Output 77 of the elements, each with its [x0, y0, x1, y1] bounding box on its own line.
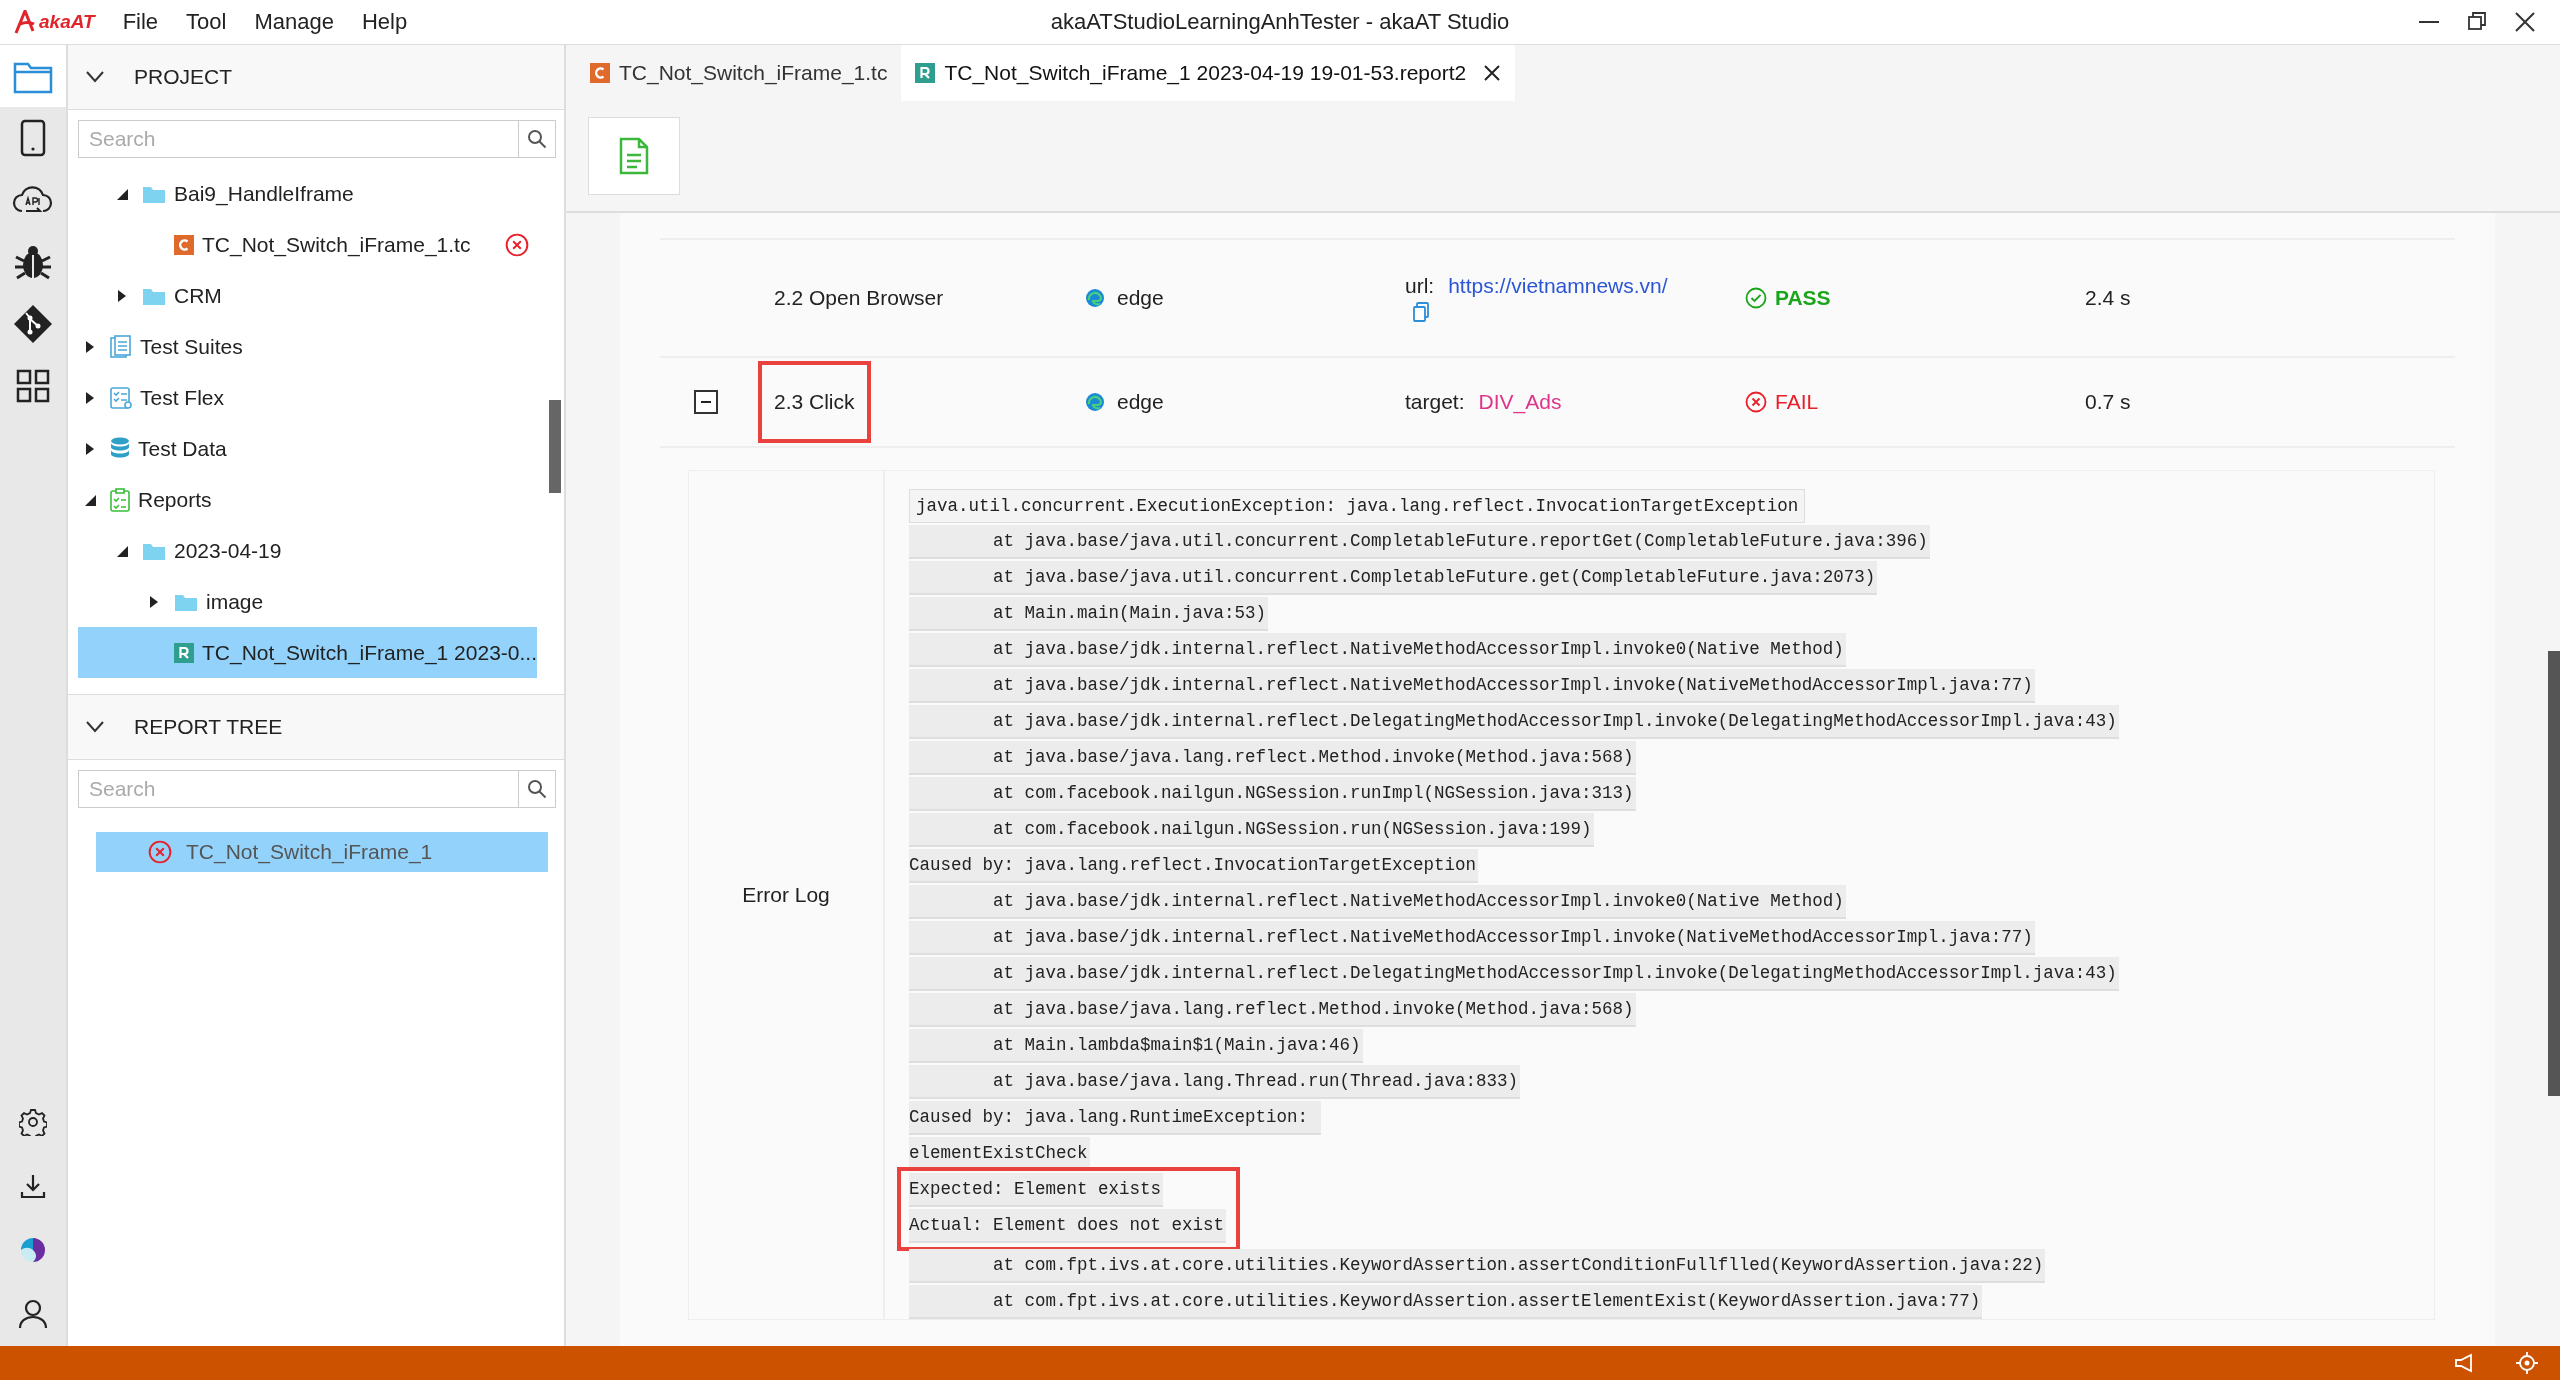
menu-item[interactable]: Manage: [240, 5, 348, 39]
clipboard-icon: [110, 487, 130, 512]
editor-tab[interactable]: TC_Not_Switch_iFrame_1 2023-04-19 19-01-53.report2: [901, 45, 1516, 101]
tree-item[interactable]: Test Flex: [78, 372, 537, 423]
expand-arrow-icon[interactable]: [85, 339, 95, 354]
user-icon[interactable]: [18, 1299, 48, 1329]
tree-item[interactable]: Bai9_HandleIframe: [78, 168, 537, 219]
log-label: Error Log: [742, 883, 830, 907]
bug-icon: [14, 243, 52, 281]
download-icon[interactable]: [20, 1173, 46, 1199]
checklist-icon: [110, 385, 132, 410]
panel-header[interactable]: PROJECT: [68, 45, 564, 110]
search-icon: [527, 129, 547, 149]
tree-item[interactable]: TC_Not_Switch_iFrame_1.tc: [78, 219, 537, 270]
search-button[interactable]: [518, 120, 556, 158]
browser-name: edge: [1117, 286, 1164, 310]
tree-item[interactable]: image: [78, 576, 537, 627]
collapse-arrow-icon[interactable]: [116, 544, 128, 557]
expand-arrow-icon[interactable]: [85, 390, 95, 405]
settings-icon[interactable]: [19, 1108, 47, 1136]
diamond-branch-icon: [13, 304, 53, 344]
url-link[interactable]: https://vietnamnews.vn/: [1448, 274, 1668, 298]
panel-header[interactable]: REPORT TREE: [68, 694, 564, 760]
tree-item[interactable]: Reports: [78, 474, 537, 525]
edge-icon: [1085, 392, 1105, 412]
target-icon: [2516, 1352, 2538, 1374]
file-c-icon: [174, 234, 194, 255]
phone-icon: [20, 119, 46, 157]
scrollbar-thumb[interactable]: [2548, 651, 2560, 1096]
swirl-icon[interactable]: [20, 1237, 46, 1263]
minimize-icon: [2418, 21, 2440, 23]
expand-arrow-icon[interactable]: [85, 441, 95, 456]
search-field[interactable]: Search: [78, 120, 518, 158]
param-label: url:: [1405, 274, 1435, 298]
collapse-arrow-icon[interactable]: [116, 187, 128, 200]
duration: 0.7 s: [2085, 390, 2132, 414]
menu-item[interactable]: Help: [347, 5, 422, 39]
tree-item[interactable]: Test Data: [78, 423, 537, 474]
duration: 2.4 s: [2085, 286, 2132, 310]
expand-arrow-icon[interactable]: [117, 288, 127, 303]
tree-item[interactable]: Test Suites: [78, 321, 537, 372]
expand-arrow-icon[interactable]: [149, 594, 159, 609]
logo-text: akaAT: [39, 11, 95, 33]
tree-item[interactable]: CRM: [78, 270, 537, 321]
file-r-icon: [915, 63, 936, 83]
menu-item[interactable]: File: [108, 5, 173, 39]
chevron-down-icon: [86, 71, 104, 83]
scrollbar-thumb[interactable]: [549, 400, 561, 493]
tree-item[interactable]: 2023-04-19: [78, 525, 537, 576]
document-icon: [619, 137, 649, 175]
step-name: 2.2 Open Browser: [773, 285, 945, 311]
param-label: target:: [1405, 390, 1465, 414]
edge-icon: [1085, 288, 1105, 308]
status-text: FAIL: [1775, 390, 1819, 414]
chevron-down-icon: [86, 721, 104, 733]
report-tree-item[interactable]: TC_Not_Switch_iFrame_1: [96, 832, 548, 872]
locator-value: DIV_Ads: [1478, 390, 1562, 414]
step-name: 2.3 Click: [758, 361, 871, 443]
grid-icon: [16, 369, 50, 403]
menu-item[interactable]: Tool: [172, 5, 241, 39]
window-title: akaATStudioLearningAnhTester - akaAT Studio: [1050, 9, 1510, 34]
copy-icon[interactable]: [1413, 302, 1429, 322]
tree-item[interactable]: TC_Not_Switch_iFrame_1 2023-0...: [78, 627, 537, 678]
check-circle-icon: [1745, 287, 1767, 309]
file-r-icon: [174, 642, 194, 663]
search-button[interactable]: [518, 770, 556, 808]
collapse-arrow-icon[interactable]: [84, 493, 96, 506]
report-button[interactable]: [588, 117, 680, 195]
search-icon: [527, 779, 547, 799]
logo-icon: [14, 10, 36, 34]
browser-name: edge: [1117, 390, 1164, 414]
search-field[interactable]: Search: [78, 770, 518, 808]
document-stack-icon: [110, 334, 132, 359]
status-text: PASS: [1775, 286, 1831, 310]
collapse-button[interactable]: [694, 390, 718, 414]
error-icon: [1745, 391, 1767, 413]
file-c-icon: [590, 63, 610, 83]
